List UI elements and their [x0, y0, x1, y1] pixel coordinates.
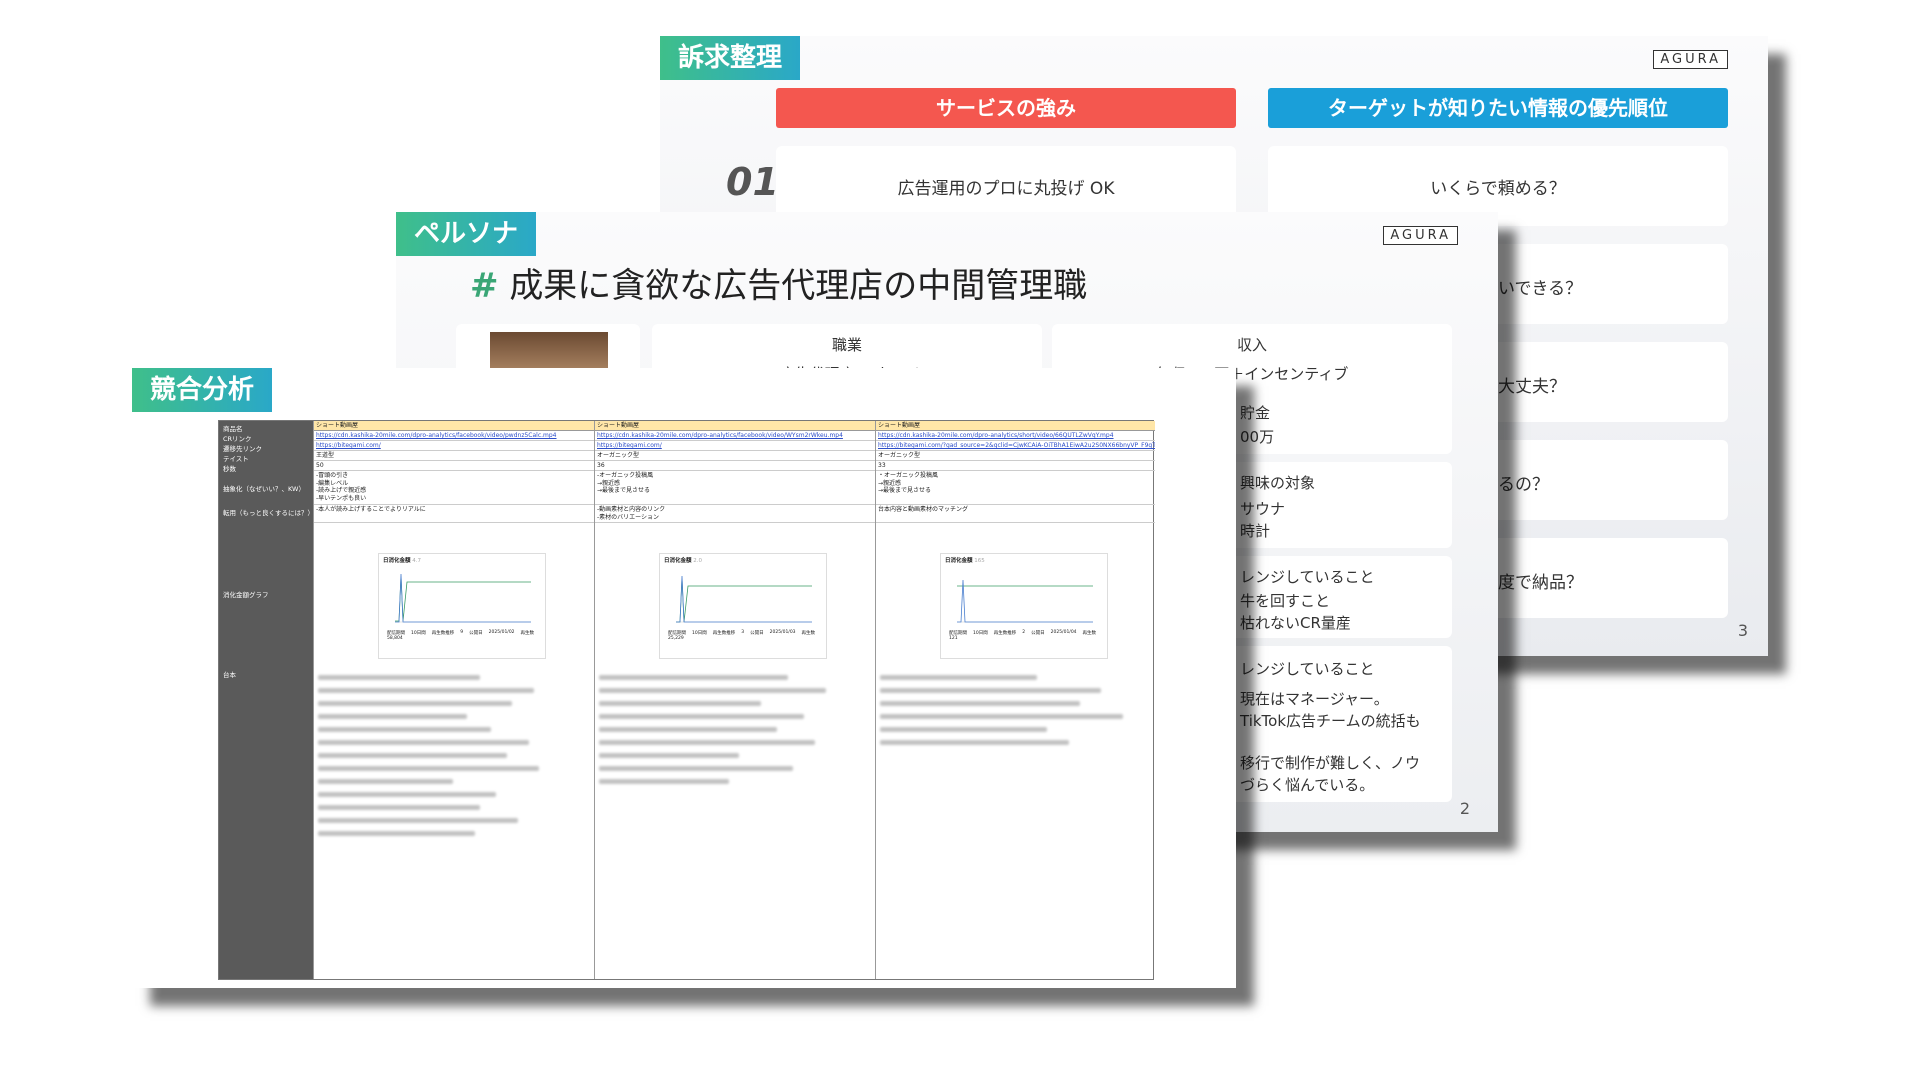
abstract-cell: -オーガニック投稿風 →親近感 →最後まで見させる [595, 471, 875, 505]
title-text: 成果に貪欲な広告代理店の中間管理職 [509, 266, 1088, 306]
column-header: ショート動画屋 [876, 421, 1155, 431]
taste-cell: 王道型 [314, 451, 594, 461]
agura-logo: AGURA [1383, 226, 1458, 245]
taste-cell: オーガニック型 [595, 451, 875, 461]
income-label: 収入 [1236, 336, 1267, 354]
lp-link[interactable]: https://bitegami.com/ [314, 441, 594, 451]
seconds-cell: 33 [876, 461, 1155, 471]
row-label: 遷移先リンク [223, 445, 262, 453]
row-label-column: 商品名 CRリンク 遷移先リンク テイスト 秒数 抽象化（なぜいい？、KW） 転… [219, 421, 314, 979]
transfer-cell: -本人が読み上げすることでよりリアルに [314, 505, 594, 523]
analysis-spreadsheet: 商品名 CRリンク 遷移先リンク テイスト 秒数 抽象化（なぜいい？、KW） 転… [218, 420, 1155, 980]
transfer-cell: 台本内容と動画素材のマッチング [876, 505, 1155, 523]
seconds-cell: 50 [314, 461, 594, 471]
graph-title: 日消化金額 2.0 [664, 558, 703, 564]
challenge-line: づらく悩んでいる。 [1240, 776, 1375, 794]
spend-graph: 日消化金額 4.7 配信期間 10日間 再生数推移 9 公開日 2025/01/02 再生… [378, 553, 546, 659]
priority-card-text: 大丈夫？ [1498, 377, 1566, 397]
graph-plot [676, 575, 812, 623]
strength-header: サービスの強み [776, 88, 1236, 128]
strength-card-text: 広告運用のプロに丸投げ OK [897, 178, 1115, 199]
spend-graph: 日消化金額 2.0 配信期間 10日間 再生数推移 3 公開日 2025/01/03 再生… [659, 553, 827, 659]
abstract-cell: ・オーガニック投稿風 →親近感 →最後まで見させる [876, 471, 1155, 505]
slide-tag: 訴求整理 [660, 36, 801, 80]
challenge-line: 牛を回すこと [1240, 592, 1331, 610]
cr-link[interactable]: https://cdn.kashika-20mile.com/dpro-anal… [876, 431, 1155, 441]
challenge-line: 現在はマネージャー。 [1240, 690, 1389, 708]
priority-card-text: 度で納品？ [1498, 573, 1583, 593]
challenge-line: TikTok広告チームの統括も [1240, 712, 1421, 730]
abstract-line: →最後まで見させる [597, 487, 651, 494]
agura-logo: AGURA [1653, 50, 1728, 69]
script-blurred [318, 667, 588, 967]
slide-tag: ペルソナ [396, 212, 537, 256]
abstract-cell: -冒頭の引き -編集レベル -読み上げで親近感 -早いテンポも良い [314, 471, 594, 505]
challenge-label: レンジしていること [1240, 660, 1375, 678]
slide-competitor-analysis: 競合分析 商品名 CRリンク 遷移先リンク テイスト 秒数 抽象化（なぜいい？、… [132, 368, 1236, 988]
competitor-column-1: ショート動画屋 https://cdn.kashika-20mile.com/d… [313, 421, 594, 979]
competitor-column-2: ショート動画屋 https://cdn.kashika-20mile.com/d… [594, 421, 875, 979]
row-label: テイスト [223, 455, 249, 463]
script-blurred [880, 667, 1150, 967]
challenge-line: 移行で制作が難しく、ノウ [1240, 754, 1421, 772]
abstract-line: -早いテンポも良い [316, 494, 367, 502]
script-blurred [599, 667, 869, 967]
savings-value: 00万 [1240, 428, 1275, 446]
transfer-line: -素材のバリエーション [597, 513, 660, 521]
savings-label: 貯金 [1240, 404, 1271, 422]
graph-plot [957, 579, 1093, 623]
graph-stats: 配信期間 10日間 再生数推移 2 公開日 2025/01/04 再生数 121 [949, 630, 1097, 641]
priority-card-text: いできる？ [1498, 279, 1583, 299]
page-number: 2 [1459, 799, 1470, 818]
interest-item: 時計 [1240, 522, 1271, 540]
cr-link[interactable]: https://cdn.kashika-20mile.com/dpro-anal… [595, 431, 875, 441]
graph-title: 日消化金額 4.7 [383, 558, 422, 564]
slide-tag: 競合分析 [132, 368, 273, 412]
graph-plot [395, 573, 531, 623]
priority-card-text: いくらで頼める？ [1430, 178, 1566, 199]
spend-graph: 日消化金額 165 配信期間 10日間 再生数推移 2 公開日 2025/01/04 再生… [940, 553, 1108, 659]
lp-link[interactable]: https://bitegami.com/?gad_source=2&gclid… [876, 441, 1155, 451]
cr-link[interactable]: https://cdn.kashika-20mile.com/dpro-anal… [314, 431, 594, 441]
page-number: 3 [1737, 621, 1748, 640]
title-hash: # [470, 266, 499, 306]
lp-link[interactable]: https://bitegami.com/ [595, 441, 875, 451]
seconds-cell: 36 [595, 461, 875, 471]
taste-cell: オーガニック型 [876, 451, 1155, 461]
challenge-label: レンジしていること [1240, 568, 1375, 586]
row-number: 01 [726, 160, 779, 204]
column-header: ショート動画屋 [595, 421, 875, 431]
priority-card-text: るの？ [1498, 475, 1549, 495]
persona-title: # 成果に貪欲な広告代理店の中間管理職 [470, 258, 1087, 307]
row-label: 消化金額グラフ [223, 591, 269, 599]
priority-header: ターゲットが知りたい情報の優先順位 [1268, 88, 1728, 128]
transfer-cell: -動画素材と内容のリンク -素材のバリエーション [595, 505, 875, 523]
row-label: 転用（もっと良くするには？） [223, 509, 314, 517]
interest-item: サウナ [1240, 500, 1286, 518]
challenge-line: 枯れないCR量産 [1240, 614, 1351, 632]
row-label: 台本 [223, 671, 236, 679]
row-label: 商品名 [223, 425, 243, 433]
row-label: CRリンク [223, 435, 252, 443]
graph-stats: 配信期間 10日間 再生数推移 3 公開日 2025/01/03 再生数 25,229 [668, 630, 816, 641]
column-header: ショート動画屋 [314, 421, 594, 431]
row-label: 秒数 [223, 465, 236, 473]
job-label: 職業 [831, 336, 862, 354]
interest-label: 興味の対象 [1240, 474, 1316, 492]
abstract-line: →最後まで見させる [878, 487, 932, 494]
competitor-column-3: ショート動画屋 https://cdn.kashika-20mile.com/d… [875, 421, 1155, 979]
graph-stats: 配信期間 10日間 再生数推移 9 公開日 2025/01/02 再生数 58,804 [387, 630, 535, 641]
row-label: 抽象化（なぜいい？、KW） [223, 485, 305, 493]
graph-title: 日消化金額 165 [945, 558, 985, 564]
